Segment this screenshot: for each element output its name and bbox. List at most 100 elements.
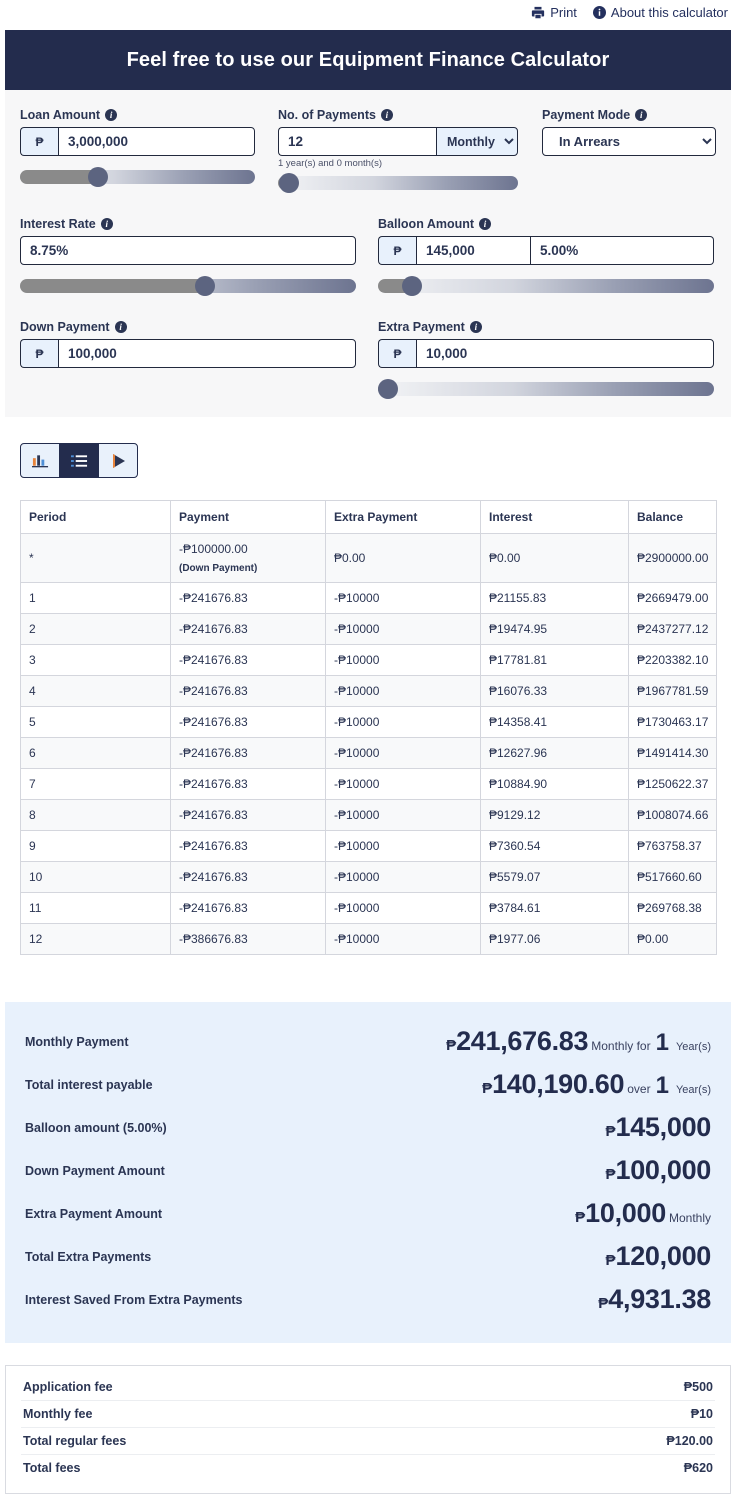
- period-cell-value: 6: [29, 746, 36, 760]
- column-header-period: Period: [20, 500, 171, 534]
- extra-payment-cell: ₱0.00: [325, 533, 481, 583]
- extra-payment-cell: -₱10000: [325, 830, 481, 862]
- balance-cell: ₱2203382.10: [628, 644, 717, 676]
- table-row: 2 -₱241676.83 -₱10000 ₱19474.95 ₱2437277.12: [20, 613, 717, 645]
- slider-thumb[interactable]: [87, 167, 108, 187]
- interest-cell-value: ₱19474.95: [489, 622, 548, 636]
- loan-amount-slider[interactable]: [20, 167, 255, 187]
- extra-payment-input-group: ₱: [378, 339, 714, 368]
- extra-payment-cell: -₱10000: [325, 644, 481, 676]
- payment-frequency-select[interactable]: Monthly: [436, 127, 518, 156]
- period-cell-value: 3: [29, 653, 36, 667]
- interest-rate-input[interactable]: [20, 236, 356, 265]
- extra-payment-cell: -₱10000: [325, 861, 481, 893]
- summary-value: ₱ 120,000: [605, 1241, 711, 1272]
- summary-value: ₱ 10,000 Monthly: [575, 1198, 711, 1229]
- column-header-payment: Payment: [170, 500, 326, 534]
- balance-cell: ₱2669479.00: [628, 582, 717, 614]
- extra-payment-cell: -₱10000: [325, 923, 481, 955]
- interest-cell-value: ₱3784.61: [489, 901, 541, 915]
- extra-payment-label-text: Extra Payment: [378, 320, 465, 334]
- extra-payment-label: Extra Payment i: [378, 320, 714, 334]
- down-payment-input[interactable]: [58, 339, 356, 368]
- info-icon-payment-mode[interactable]: i: [635, 109, 648, 121]
- no-of-payments-slider[interactable]: [278, 173, 518, 193]
- payment-cell: -₱386676.83: [170, 923, 326, 955]
- fee-label: Total regular fees: [23, 1434, 127, 1448]
- form-row-2: Interest Rate i Balloon Amount i: [20, 209, 716, 296]
- payment-mode-label: Payment Mode i: [542, 108, 716, 122]
- period-cell-value: 10: [29, 870, 43, 884]
- table-row: 12 -₱386676.83 -₱10000 ₱1977.06 ₱0.00: [20, 923, 717, 955]
- extra-payment-cell-value: -₱10000: [334, 684, 380, 698]
- info-icon-no-of-payments[interactable]: i: [380, 109, 393, 121]
- balloon-amount-slider[interactable]: [378, 276, 714, 296]
- play-view-button[interactable]: [98, 443, 138, 478]
- slider-thumb[interactable]: [401, 276, 422, 296]
- term-unit: Year(s): [675, 1041, 711, 1053]
- extra-payment-cell-value: -₱10000: [334, 591, 380, 605]
- info-icon-interest-rate[interactable]: i: [100, 218, 113, 230]
- table-row: 5 -₱241676.83 -₱10000 ₱14358.41 ₱1730463.17: [20, 706, 717, 738]
- balance-cell-value: ₱517660.60: [637, 870, 702, 884]
- period-cell: 9: [20, 830, 171, 862]
- chart-view-button[interactable]: [20, 443, 60, 478]
- payment-cell: -₱241676.83: [170, 830, 326, 862]
- currency-symbol: ₱: [575, 1209, 586, 1226]
- table-view-button[interactable]: [59, 443, 99, 478]
- about-link[interactable]: About this calculator: [592, 5, 728, 20]
- summary-row-monthly-payment: Monthly Payment ₱ 241,676.83 Monthly for…: [25, 1020, 711, 1063]
- peso-prefix-balloon: ₱: [378, 236, 416, 265]
- fee-row: Total fees ₱620: [21, 1455, 715, 1481]
- interest-cell: ₱3784.61: [480, 892, 629, 924]
- slider-thumb[interactable]: [278, 173, 299, 193]
- interest-rate-slider[interactable]: [20, 276, 356, 296]
- down-payment-label-text: Down Payment: [20, 320, 110, 334]
- table-row: 10 -₱241676.83 -₱10000 ₱5579.07 ₱517660.60: [20, 861, 717, 893]
- interest-rate-label: Interest Rate i: [20, 217, 356, 231]
- period-cell: 7: [20, 768, 171, 800]
- period-cell-value: 9: [29, 839, 36, 853]
- interest-cell: ₱9129.12: [480, 799, 629, 831]
- payment-note: (Down Payment): [179, 563, 258, 574]
- no-of-payments-input[interactable]: [278, 127, 436, 156]
- extra-payment-input[interactable]: [416, 339, 714, 368]
- table-head: Period Payment Extra Payment Interest Ba…: [20, 500, 717, 534]
- extra-payment-cell-value: -₱10000: [334, 653, 380, 667]
- currency-symbol: ₱: [482, 1080, 493, 1097]
- balance-cell: ₱2900000.00: [628, 533, 717, 583]
- balance-cell: ₱0.00: [628, 923, 717, 955]
- payment-mode-select[interactable]: In Arrears: [542, 127, 716, 156]
- info-icon-balloon-amount[interactable]: i: [479, 218, 492, 230]
- period-cell: 10: [20, 861, 171, 893]
- no-of-payments-label: No. of Payments i: [278, 108, 518, 122]
- payment-cell-value: -₱241676.83: [179, 746, 248, 760]
- amortization-table-wrap: Period Payment Extra Payment Interest Ba…: [20, 500, 717, 955]
- info-icon-extra-payment[interactable]: i: [469, 321, 482, 333]
- info-icon-loan-amount[interactable]: i: [105, 109, 118, 121]
- extra-payment-cell-value: -₱10000: [334, 870, 380, 884]
- play-icon: [111, 453, 126, 469]
- balance-cell: ₱1730463.17: [628, 706, 717, 738]
- extra-payment-slider[interactable]: [378, 379, 714, 399]
- extra-payment-cell-value: -₱10000: [334, 777, 380, 791]
- slider-thumb[interactable]: [194, 276, 215, 296]
- period-cell: 2: [20, 613, 171, 645]
- print-link[interactable]: Print: [531, 5, 577, 20]
- slider-thumb[interactable]: [378, 379, 399, 399]
- amount: 140,190.60: [492, 1069, 625, 1099]
- table-row: * -₱100000.00 (Down Payment) ₱0.00 ₱0.00 ₱290…: [20, 533, 717, 583]
- amount-suffix: Monthly: [668, 1211, 711, 1225]
- balloon-amount-input[interactable]: [416, 236, 531, 265]
- interest-cell: ₱0.00: [480, 533, 629, 583]
- column-header-balance: Balance: [628, 500, 717, 534]
- fee-value: ₱500: [683, 1380, 713, 1394]
- balance-cell-value: ₱0.00: [637, 932, 669, 946]
- balloon-amount-label-text: Balloon Amount: [378, 217, 475, 231]
- balance-cell-value: ₱1491414.30: [637, 746, 709, 760]
- slider-fill: [20, 170, 98, 184]
- fee-value: ₱120.00: [666, 1434, 713, 1448]
- info-icon-down-payment[interactable]: i: [114, 321, 127, 333]
- balloon-percent-input[interactable]: [531, 236, 714, 265]
- loan-amount-input[interactable]: [58, 127, 255, 156]
